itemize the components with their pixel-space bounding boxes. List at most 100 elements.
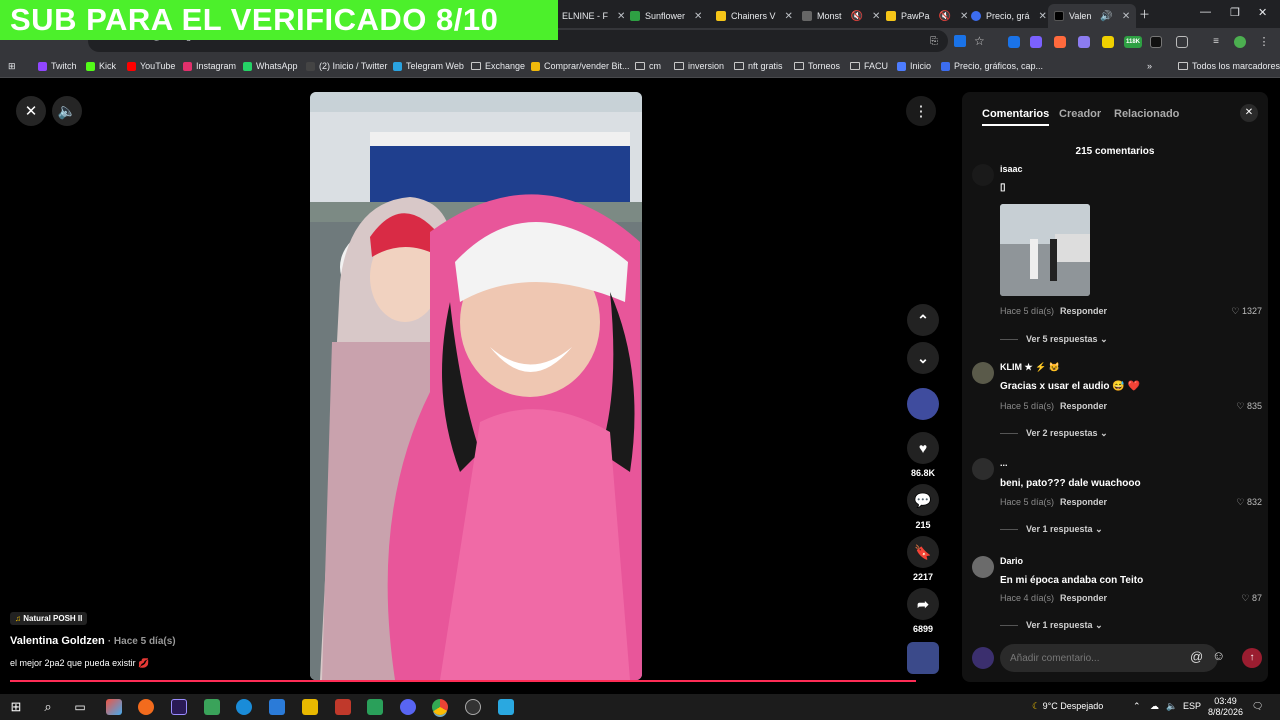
video-progress-bar[interactable] — [10, 680, 916, 682]
bookmark-item[interactable]: Twitch — [38, 61, 77, 71]
weather-widget[interactable]: ☾ 9°C Despejado — [1032, 701, 1103, 712]
comment-like-button[interactable]: ♡ 832 — [1236, 497, 1262, 508]
profile-avatar[interactable] — [1234, 36, 1246, 48]
vscode-icon[interactable] — [269, 699, 285, 715]
extension-icon[interactable] — [1150, 36, 1162, 48]
extension-icon[interactable] — [1078, 36, 1090, 48]
reply-button[interactable]: Responder — [1060, 497, 1107, 507]
app-icon[interactable] — [335, 699, 351, 715]
reply-button[interactable]: Responder — [1060, 593, 1107, 603]
bookmark-item[interactable]: Instagram — [183, 61, 236, 71]
mention-icon[interactable]: @ — [1190, 649, 1203, 664]
tray-chevron-icon[interactable]: ⌃ — [1133, 701, 1141, 712]
windows-start-icon[interactable]: ⊞ — [8, 699, 24, 715]
like-button[interactable]: ♥ 86.8K — [905, 432, 941, 478]
all-bookmarks-folder[interactable]: Todos los marcadores — [1178, 61, 1280, 71]
bookmark-item[interactable]: Kick — [86, 61, 116, 71]
creator-avatar-button[interactable] — [905, 388, 941, 424]
browser-tab-tiktok[interactable]: Valen 🔊 ✕ — [1048, 4, 1137, 28]
share-button[interactable]: ➦ 6899 — [905, 588, 941, 634]
bookmark-item[interactable]: Torneos — [794, 61, 840, 71]
search-icon[interactable]: ⌕ — [40, 699, 56, 715]
avatar[interactable] — [972, 458, 994, 480]
comment-image[interactable] — [1000, 204, 1090, 296]
extensions-puzzle-icon[interactable] — [1176, 36, 1188, 48]
extension-icon[interactable] — [1008, 36, 1020, 48]
blender-icon[interactable] — [138, 699, 154, 715]
bookmark-star-icon[interactable]: ☆ — [974, 34, 985, 48]
close-panel-icon[interactable]: ✕ — [1240, 104, 1258, 122]
avatar[interactable] — [972, 556, 994, 578]
more-bookmarks-icon[interactable]: » — [1147, 61, 1152, 71]
browser-tab-elnine[interactable]: ELNINE - F ✕ — [556, 4, 631, 28]
avatar[interactable] — [972, 362, 994, 384]
save-button[interactable]: 🔖 2217 — [905, 536, 941, 582]
comment-username[interactable]: isaac — [1000, 164, 1023, 174]
restore-icon[interactable]: ❐ — [1230, 6, 1240, 19]
next-video-button[interactable]: ⌄ — [905, 342, 941, 378]
bookmark-item[interactable]: WhatsApp — [243, 61, 298, 71]
close-tab-icon[interactable]: ✕ — [1122, 11, 1130, 22]
comment-username[interactable]: KLIM ★ ⚡ 😺 — [1000, 362, 1060, 373]
sound-tag[interactable]: ♫ Natural POSH II — [10, 612, 88, 625]
view-replies-button[interactable]: Ver 1 respuesta ⌄ — [1000, 524, 1103, 535]
mute-tab-icon[interactable]: 🔇 — [851, 11, 863, 22]
browser-tab-pawpa[interactable]: PawPa 🔇 ✕ — [880, 4, 974, 28]
window-close-icon[interactable]: ✕ — [1258, 6, 1267, 19]
notifications-icon[interactable]: 🗨 — [1252, 701, 1263, 712]
view-replies-button[interactable]: Ver 1 respuesta ⌄ — [1000, 620, 1103, 631]
comment-like-button[interactable]: ♡ 87 — [1241, 593, 1262, 604]
close-tab-icon[interactable]: ✕ — [694, 11, 702, 22]
tab-comentarios[interactable]: Comentarios — [982, 108, 1050, 126]
extension-icon[interactable] — [1102, 36, 1114, 48]
comments-button[interactable]: 💬 215 — [905, 484, 941, 530]
comment-like-button[interactable]: ♡ 1327 — [1231, 306, 1262, 317]
author-name[interactable]: Valentina Goldzen — [10, 635, 105, 647]
discord-icon[interactable] — [400, 699, 416, 715]
bookmark-item[interactable]: YouTube — [127, 61, 175, 71]
tab-creador[interactable]: Creador — [1059, 108, 1101, 120]
close-player-icon[interactable]: ✕ — [16, 96, 46, 126]
view-replies-button[interactable]: Ver 5 respuestas ⌄ — [1000, 334, 1108, 345]
video-frame[interactable] — [310, 92, 642, 680]
obs-icon[interactable] — [465, 699, 481, 715]
bookmark-item[interactable]: cm — [635, 61, 661, 71]
reply-button[interactable]: Responder — [1060, 306, 1107, 316]
chrome-icon[interactable] — [432, 699, 448, 715]
bookmark-item[interactable]: inversion — [674, 61, 724, 71]
prev-video-button[interactable]: ⌃ — [905, 304, 941, 340]
bookmark-item[interactable]: FACU — [850, 61, 888, 71]
comment-username[interactable]: ... — [1000, 458, 1008, 468]
minimize-icon[interactable]: — — [1200, 6, 1211, 18]
after-effects-icon[interactable] — [171, 699, 187, 715]
edge-icon[interactable] — [236, 699, 252, 715]
comment-username[interactable]: Dario — [1000, 556, 1023, 566]
reply-button[interactable]: Responder — [1060, 401, 1107, 411]
bookmark-item[interactable]: Exchange — [471, 61, 525, 71]
translate-icon[interactable]: ⎘ — [930, 36, 938, 47]
bookmark-item[interactable]: Precio, gráficos, cap... — [941, 61, 1043, 71]
extension-badge-icon[interactable]: 118K — [1124, 36, 1142, 48]
extension-icon[interactable] — [1054, 36, 1066, 48]
apps-grid-icon[interactable]: ⊞ — [8, 61, 16, 72]
send-arrow-icon[interactable]: ↑ — [1242, 648, 1262, 668]
sound-disc-button[interactable] — [905, 642, 941, 678]
browser-tab-precio[interactable]: Precio, grá ✕ — [965, 4, 1053, 28]
comment-like-button[interactable]: ♡ 835 — [1236, 401, 1262, 412]
bookmark-item[interactable]: (2) Inicio / Twitter — [306, 61, 387, 71]
avatar[interactable] — [972, 164, 994, 186]
close-tab-icon[interactable]: ✕ — [785, 11, 793, 22]
speaker-icon[interactable]: 🔈 — [1166, 701, 1177, 712]
task-view-icon[interactable]: ▭ — [72, 699, 88, 715]
shield-icon[interactable] — [204, 699, 220, 715]
reading-list-icon[interactable]: ≡ — [1210, 36, 1222, 48]
bookmark-item[interactable]: Comprar/vender Bit... — [531, 61, 630, 71]
language-indicator[interactable]: ESP — [1183, 701, 1201, 711]
browser-tab-chainers[interactable]: Chainers V ✕ — [710, 4, 799, 28]
browser-tab-sunflower[interactable]: Sunflower ✕ — [624, 4, 708, 28]
copilot-icon[interactable] — [106, 699, 122, 715]
bookmark-item[interactable]: Inicio — [897, 61, 931, 71]
network-icon[interactable]: ☁ — [1150, 701, 1159, 712]
close-tab-icon[interactable]: ✕ — [1039, 11, 1047, 22]
cast-icon[interactable] — [954, 35, 966, 47]
